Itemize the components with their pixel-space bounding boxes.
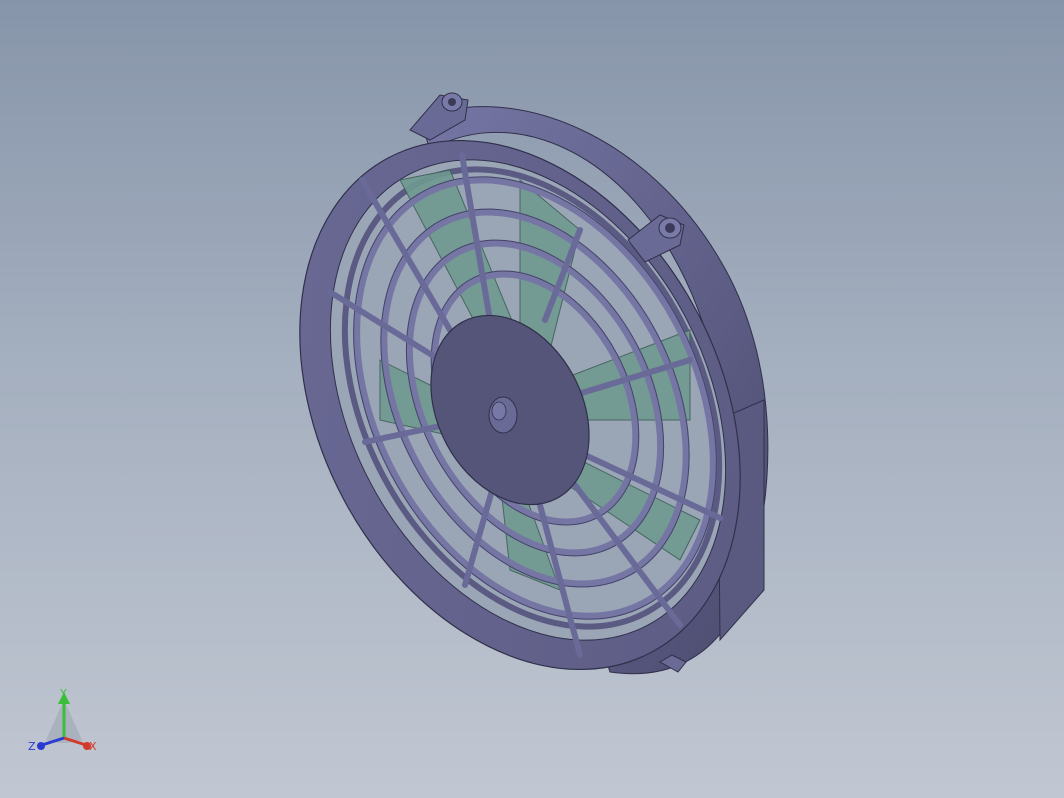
fan-model[interactable] — [0, 0, 1064, 798]
y-axis-label: Y — [60, 687, 67, 700]
3d-viewport[interactable]: Y Z X — [0, 0, 1064, 798]
z-axis-label: Z — [28, 740, 36, 753]
coordinate-triad: Y Z X — [24, 680, 108, 760]
x-axis-label: X — [89, 740, 97, 753]
z-axis-arrow — [37, 742, 45, 750]
